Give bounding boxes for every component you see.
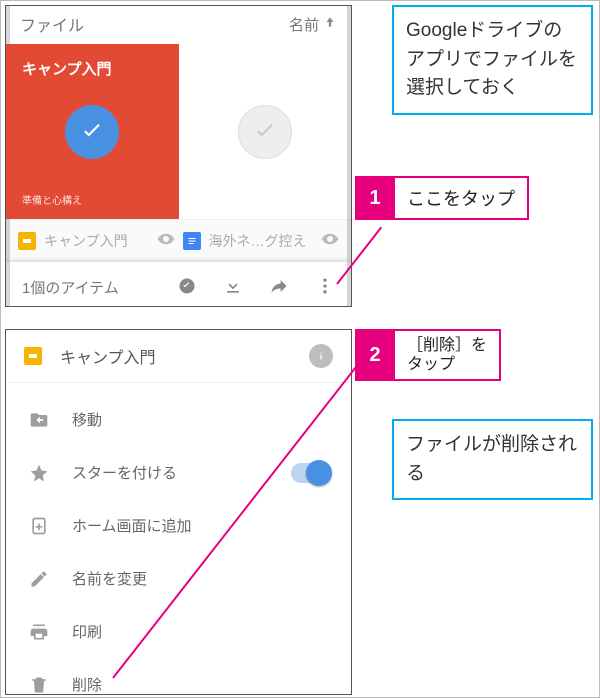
step-text: ［削除］を タップ: [395, 329, 501, 381]
step-number: 1: [355, 176, 395, 220]
pencil-icon: [28, 569, 50, 589]
annotation-step-1: 1 ここをタップ: [355, 176, 529, 220]
share-icon[interactable]: [269, 276, 289, 300]
thumbnail-unselected[interactable]: [179, 44, 352, 219]
star-toggle[interactable]: [291, 463, 329, 483]
add-to-home-icon: [28, 516, 50, 536]
file-name-row: キャンプ入門 海外ネ…グ控え: [6, 219, 351, 261]
slide-subtitle: 準備と心構え: [22, 192, 82, 207]
menu-item-star[interactable]: スターを付ける: [6, 446, 351, 499]
header-tab-file[interactable]: ファイル: [20, 12, 84, 36]
sort-label: 名前: [289, 14, 319, 35]
menu-item-print[interactable]: 印刷: [6, 605, 351, 658]
trash-icon: [28, 675, 50, 695]
folder-move-icon: [28, 410, 50, 430]
drive-header: ファイル 名前: [6, 6, 351, 44]
annotation-intro: Googleドライブのアプリでファイルを選択しておく: [392, 5, 593, 115]
menu-item-rename[interactable]: 名前を変更: [6, 552, 351, 605]
more-vert-icon[interactable]: [315, 276, 335, 300]
selection-action-bar: 1個のアイテム: [6, 261, 351, 307]
menu-item-add-home[interactable]: ホーム画面に追加: [6, 499, 351, 552]
star-icon: [28, 463, 50, 483]
screenshot-panel-1: ファイル 名前 キャンプ入門 準備と心構え キャンプ入門: [5, 5, 352, 307]
print-icon: [28, 622, 50, 642]
slide-title: キャンプ入門: [22, 58, 112, 79]
menu-label: 印刷: [72, 621, 102, 642]
arrow-up-icon: [323, 15, 337, 33]
step-text-line1: ［削除］を: [407, 336, 487, 355]
eye-icon[interactable]: [321, 230, 339, 251]
eye-icon[interactable]: [157, 230, 175, 251]
sort-control[interactable]: 名前: [289, 14, 337, 35]
annotation-result: ファイルが削除される: [392, 419, 593, 500]
slides-icon: [24, 347, 42, 365]
check-outline-icon: [238, 105, 292, 159]
file-name-left: キャンプ入門: [44, 231, 128, 251]
thumbnail-row: キャンプ入門 準備と心構え: [6, 44, 351, 219]
docs-icon: [183, 232, 201, 250]
menu-label: 移動: [72, 409, 102, 430]
file-entry-left[interactable]: キャンプ入門: [18, 230, 175, 251]
annotation-step-2: 2 ［削除］を タップ: [355, 329, 501, 381]
step-number: 2: [355, 329, 395, 381]
file-name-right: 海外ネ…グ控え: [209, 231, 307, 251]
thumbnail-selected[interactable]: キャンプ入門 準備と心構え: [6, 44, 179, 219]
file-entry-right[interactable]: 海外ネ…グ控え: [183, 230, 340, 251]
menu-label: 削除: [72, 674, 102, 695]
download-icon[interactable]: [223, 276, 243, 300]
check-icon: [65, 105, 119, 159]
menu-label: ホーム画面に追加: [72, 515, 192, 536]
menu-label: スターを付ける: [72, 462, 177, 483]
selection-count: 1個のアイテム: [22, 277, 119, 298]
info-icon[interactable]: [309, 344, 333, 368]
file-actions-menu: 移動 スターを付ける ホーム画面に追加 名前を変更 印刷: [6, 383, 351, 695]
offline-icon[interactable]: [177, 276, 197, 300]
slides-icon: [18, 232, 36, 250]
annotation-intro-text: Googleドライブのアプリでファイルを選択しておく: [406, 20, 577, 98]
menu-label: 名前を変更: [72, 568, 147, 589]
step-text: ここをタップ: [395, 176, 529, 220]
step-text-line2: タップ: [407, 355, 455, 374]
file-details-header: キャンプ入門: [6, 330, 351, 382]
menu-item-delete[interactable]: 削除: [6, 658, 351, 695]
annotation-result-text: ファイルが削除される: [406, 434, 577, 484]
file-details-title: キャンプ入門: [60, 344, 156, 368]
screenshot-panel-2: キャンプ入門 移動 スターを付ける ホーム画面に追加: [5, 329, 352, 695]
